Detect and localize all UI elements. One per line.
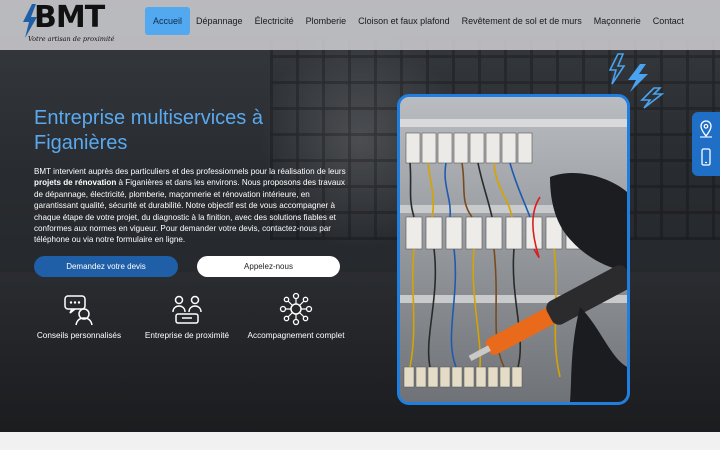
feature-proximity: Entreprise de proximité	[127, 292, 247, 341]
feature-support: Accompagnement complet	[236, 292, 356, 341]
support-network-icon	[279, 292, 313, 326]
hero-description-highlight: projets de rénovation	[34, 178, 117, 188]
feature-proximity-label: Entreprise de proximité	[144, 331, 230, 340]
nav-item-contact[interactable]: Contact	[647, 7, 690, 35]
advice-chat-icon	[64, 295, 93, 326]
nav-item-revetement-de-sol-et-de-murs[interactable]: Revêtement de sol et de murs	[456, 7, 588, 35]
section-divider	[0, 432, 720, 450]
nav-item-electricite[interactable]: Électricité	[249, 7, 300, 35]
request-quote-button[interactable]: Demandez votre devis	[34, 256, 178, 277]
feature-support-label: Accompagnement complet	[247, 331, 345, 340]
nav-item-maconnerie[interactable]: Maçonnerie	[588, 7, 647, 35]
quick-contact-tab	[692, 112, 720, 176]
main-navigation: Accueil Dépannage Électricité Plomberie Cloi…	[145, 7, 690, 35]
electrician-photo	[397, 94, 630, 405]
nav-item-accueil[interactable]: Accueil	[145, 7, 191, 35]
page-title: Entreprise multiservices à Figanières	[34, 107, 263, 154]
feature-advice: Conseils personnalisés	[19, 292, 139, 341]
site-header: BMT Votre artisan de proximité Accueil Dé…	[0, 0, 720, 50]
feature-advice-label: Conseils personnalisés	[36, 331, 122, 340]
nav-item-cloison-et-faux-plafond[interactable]: Cloison et faux plafond	[352, 7, 456, 35]
call-us-button[interactable]: Appelez-nous	[197, 256, 340, 277]
location-pin-icon[interactable]	[699, 120, 713, 138]
team-proximity-icon	[172, 295, 202, 324]
logo-text: BMT	[34, 0, 105, 35]
phone-icon[interactable]	[699, 148, 713, 166]
nav-item-depannage[interactable]: Dépannage	[190, 7, 249, 35]
hero-description: BMT intervient auprès des particuliers e…	[34, 167, 346, 245]
brand-logo[interactable]: BMT Votre artisan de proximité	[22, 0, 117, 46]
logo-tagline: Votre artisan de proximité	[28, 35, 115, 43]
nav-item-plomberie[interactable]: Plomberie	[300, 7, 353, 35]
